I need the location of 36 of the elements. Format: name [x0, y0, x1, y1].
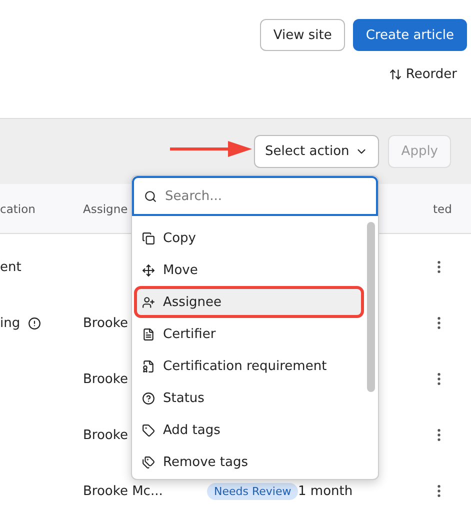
column-header: cation: [0, 202, 36, 216]
scrollbar[interactable]: [367, 222, 375, 392]
menu-item[interactable]: Certification requirement: [134, 350, 364, 382]
table-cell: ing: [0, 316, 42, 330]
menu-item[interactable]: Assignee: [134, 286, 364, 318]
move-icon: [142, 264, 155, 276]
menu-item[interactable]: Remove tags: [134, 446, 364, 478]
arrow-icon: [170, 141, 252, 157]
sort-icon: [388, 68, 402, 81]
search-input[interactable]: Search...: [165, 188, 345, 204]
menu-item[interactable]: Copy: [134, 222, 364, 254]
status-badge: Needs Review: [207, 482, 298, 500]
table-cell: Brooke: [83, 428, 128, 442]
search-icon: [144, 190, 157, 202]
menu-item[interactable]: Status: [134, 382, 364, 414]
action-select[interactable]: Select action: [254, 135, 380, 168]
create-button[interactable]: Create article: [352, 19, 467, 51]
table-cell: Brooke: [83, 316, 128, 330]
column-header: Assigne: [83, 202, 128, 216]
menu-item[interactable]: Move: [134, 254, 364, 286]
search-field[interactable]: Search...: [132, 176, 378, 216]
tag-icon: [142, 424, 155, 436]
table-cell: 1 month: [298, 484, 353, 498]
view-button[interactable]: View site: [260, 19, 345, 51]
reorder-button[interactable]: Reorder: [388, 67, 467, 82]
menu-item[interactable]: Certifier: [134, 318, 364, 350]
table-cell: Brooke: [83, 372, 128, 386]
copy-icon: [142, 232, 155, 244]
tags-icon: [142, 456, 155, 468]
column-header: ted: [433, 202, 452, 216]
badge-icon: [142, 360, 155, 372]
table-cell: ent: [0, 260, 22, 274]
file-icon: [142, 328, 155, 340]
table-cell: Brooke Mc...: [83, 484, 163, 498]
menu-item[interactable]: Add tags: [134, 414, 364, 446]
user-icon: [142, 296, 155, 308]
